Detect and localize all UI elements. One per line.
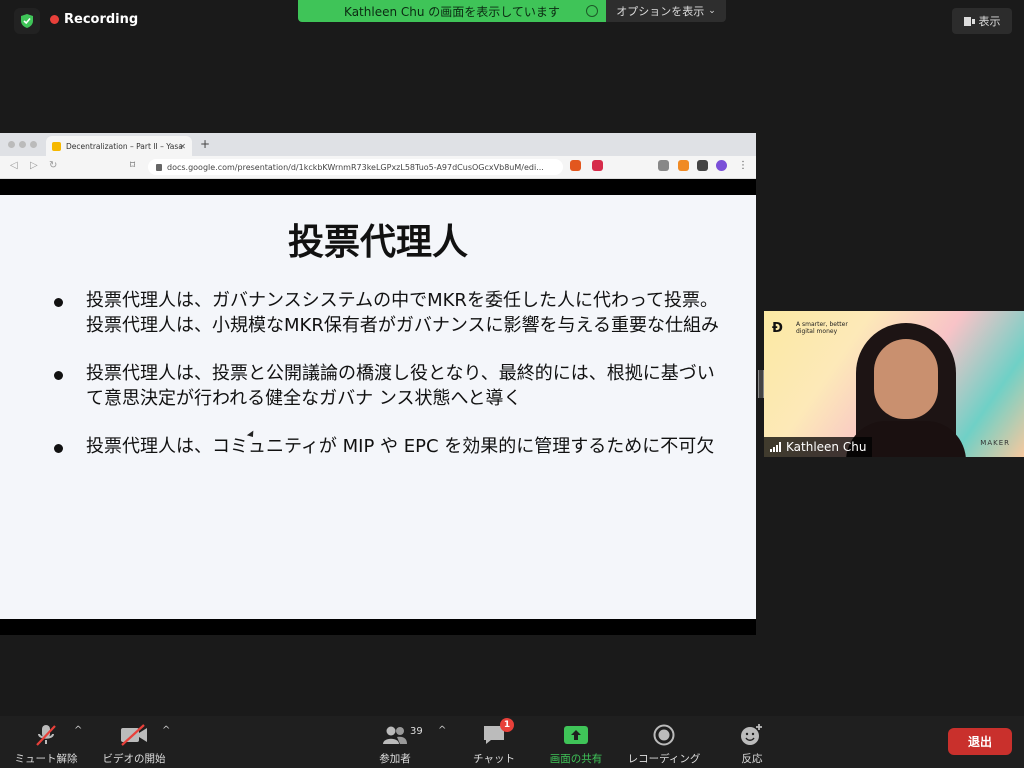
profile-icon[interactable] [716,160,727,171]
puzzle-icon[interactable] [697,160,708,171]
lock-icon [156,163,162,171]
share-screen-button[interactable]: 画面の共有 [542,722,610,766]
view-options-label: オプションを表示 [616,5,705,18]
unmute-label: ミュート解除 [14,753,78,765]
address-bar[interactable]: docs.google.com/presentation/d/1kckbKWrn… [148,159,563,175]
window-controls[interactable] [8,141,37,148]
layout-icon [963,16,975,26]
close-tab-icon[interactable]: ✕ [179,142,186,151]
start-video-label: ビデオの開始 [102,753,166,765]
participants-count: 39 [410,726,423,737]
slide-bullets: 投票代理人は、ガバナンスシステムの中でMKRを委任した人に代わって投票。投票代理… [52,289,722,484]
browser-toolbar: ◁ ▷ ↻ ⌑ docs.google.com/presentation/d/1… [0,156,756,179]
participants-icon [383,726,407,744]
view-options-button[interactable]: オプションを表示 ⌄ [606,0,726,22]
stop-icon[interactable] [586,5,598,17]
slide-bullet: 投票代理人は、投票と公開議論の橋渡し役となり、最終的には、根拠に基づいて意思決定… [52,362,722,411]
back-icon[interactable]: ◁ [10,160,18,171]
muted-mic-icon [36,725,56,746]
recording-dot-icon [50,15,59,24]
start-video-button[interactable]: ビデオの開始 [98,722,170,766]
chat-label: チャット [473,753,515,765]
new-tab-icon[interactable]: + [200,137,210,151]
chat-unread-badge: 1 [500,718,514,732]
slides-icon [52,141,61,151]
participant-video[interactable]: Đ A smarter, better digital money MAKER … [764,311,1024,457]
emoji-add-icon [741,724,762,745]
presentation-slide: 投票代理人 投票代理人は、ガバナンスシステムの中でMKRを委任した人に代わって投… [0,195,756,619]
participant-face [874,339,938,419]
background-tagline: A smarter, better digital money [796,321,848,335]
share-screen-label: 画面の共有 [549,753,603,765]
share-banner-text: Kathleen Chu の画面を表示しています [344,4,560,19]
brave-icon[interactable] [570,160,581,171]
browser-tab-strip: Decentralization – Part II – Yasa ✕ + [0,133,756,156]
browser-tab[interactable]: Decentralization – Part II – Yasa ✕ [46,136,192,156]
record-icon [653,724,675,746]
dai-logo-icon: Đ [772,321,783,336]
leave-button[interactable]: 退出 [948,728,1012,755]
shared-screen: Decentralization – Part II – Yasa ✕ + ◁ … [0,133,756,635]
extension-icon[interactable] [658,160,669,171]
recording-button-label: レコーディング [627,753,701,765]
slide-bullet: 投票代理人は、コミュニティが MIP や EPC を効果的に管理するために不可欠 [52,435,722,460]
bookmark-icon[interactable]: ⌑ [130,160,135,171]
recording-button[interactable]: レコーディング [622,722,706,766]
share-banner: Kathleen Chu の画面を表示しています [298,0,606,22]
recording-label: Recording [64,12,139,27]
participant-name-tag: Kathleen Chu [764,437,873,457]
browser-tab-title: Decentralization – Part II – Yasa [66,141,183,151]
metamask-icon[interactable] [678,160,689,171]
reactions-label: 反応 [741,753,763,765]
background-brand: MAKER [980,439,1010,447]
reactions-button[interactable]: 反応 [730,722,774,766]
chevron-down-icon: ⌄ [708,6,716,16]
share-screen-icon [564,726,588,744]
unmute-button[interactable]: ミュート解除 [10,722,82,766]
video-options-caret-icon[interactable]: ^ [162,725,170,736]
forward-icon[interactable]: ▷ [30,160,38,171]
slide-title: 投票代理人 [287,222,468,263]
security-shield-icon[interactable] [14,8,40,34]
participants-label: 参加者 [379,753,411,765]
audio-options-caret-icon[interactable]: ^ [74,725,82,736]
signal-bars-icon [770,442,781,452]
video-off-icon [121,724,147,746]
participant-name: Kathleen Chu [786,440,867,454]
rewards-icon[interactable] [592,160,603,171]
view-button[interactable]: 表示 [952,8,1012,34]
view-button-label: 表示 [978,15,1001,28]
slide-bullet: 投票代理人は、ガバナンスシステムの中でMKRを委任した人に代わって投票。投票代理… [52,289,722,338]
meeting-toolbar: ミュート解除 ^ ビデオの開始 ^ 参加者 39 ^ チャット 1 画面の共有 … [0,716,1024,768]
menu-icon[interactable]: ⋮ [738,160,748,171]
url-text: docs.google.com/presentation/d/1kckbKWrn… [167,162,544,172]
reload-icon[interactable]: ↻ [49,160,57,171]
participants-caret-icon[interactable]: ^ [438,725,446,736]
recording-indicator[interactable]: Recording [50,12,138,27]
